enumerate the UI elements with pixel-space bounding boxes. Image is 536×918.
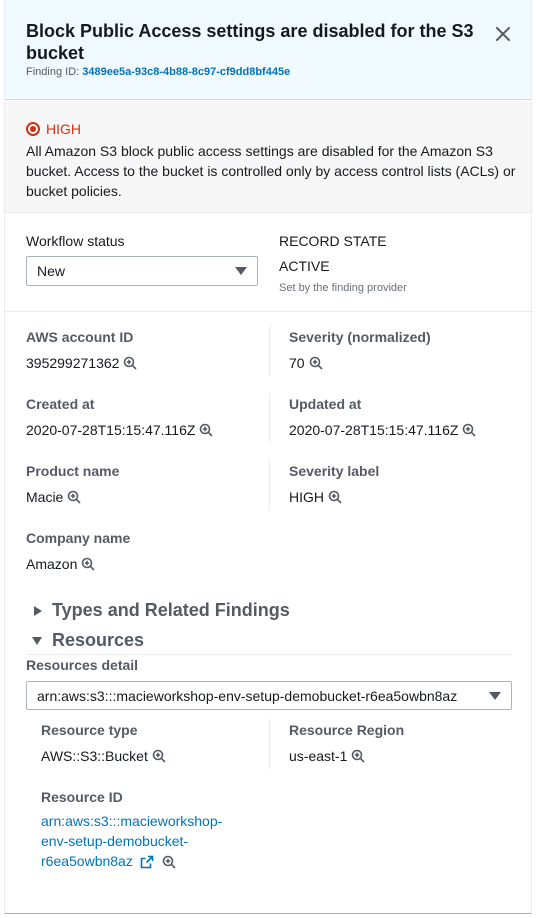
external-link-icon[interactable] (140, 855, 154, 869)
types-section-title: Types and Related Findings (52, 600, 290, 620)
zoom-in-icon[interactable] (67, 490, 81, 504)
created-at-value: 2020-07-28T15:15:47.116Z (26, 422, 213, 438)
panel-header: Block Public Access settings are disable… (5, 0, 531, 100)
severity-summary: HIGH All Amazon S3 block public access s… (5, 101, 531, 213)
product-name-value: Macie (26, 489, 81, 505)
resources-detail-label: Resources detail (26, 657, 139, 673)
zoom-in-icon[interactable] (328, 490, 342, 504)
zoom-in-icon[interactable] (123, 356, 138, 370)
updated-at-value: 2020-07-28T15:15:47.116Z (289, 422, 476, 438)
finding-id-line: Finding ID: 3489ee5a-93c8-4b88-8c97-cf9d… (26, 66, 290, 78)
resource-region-label: Resource Region (289, 722, 405, 738)
severity-description: All Amazon S3 block public access settin… (26, 143, 516, 199)
resource-id-link[interactable]: arn:aws:s3:::macieworkshop- env-setup-de… (41, 813, 222, 869)
resources-detail-value: arn:aws:s3:::macieworkshop-env-setup-dem… (37, 687, 458, 704)
resource-type-text: AWS::S3::Bucket (41, 748, 148, 764)
severity-dot-icon (26, 122, 40, 136)
severity-label-text: HIGH (289, 489, 324, 505)
resources-detail-select[interactable]: arn:aws:s3:::macieworkshop-env-setup-dem… (26, 681, 512, 710)
company-name-value: Amazon (26, 556, 95, 572)
resource-type-label: Resource type (41, 722, 138, 738)
close-icon[interactable] (491, 22, 515, 46)
severity-normalized-label: Severity (normalized) (289, 329, 431, 345)
chevron-down-icon (489, 691, 501, 700)
updated-at-text: 2020-07-28T15:15:47.116Z (289, 422, 459, 438)
zoom-in-icon[interactable] (162, 855, 176, 869)
severity-label-value: HIGH (289, 489, 342, 505)
types-related-findings-toggle[interactable]: Types and Related Findings (32, 600, 290, 621)
resources-section-title: Resources (52, 630, 145, 650)
finding-id-label: Finding ID: (26, 66, 80, 78)
column-divider (269, 719, 270, 769)
workflow-status-label: Workflow status (26, 233, 125, 249)
record-state-value: ACTIVE (279, 258, 330, 274)
severity-badge: HIGH (26, 121, 81, 137)
workflow-status-select[interactable]: New (26, 256, 258, 286)
caret-right-icon (34, 605, 42, 616)
panel-title: Block Public Access settings are disable… (26, 21, 474, 63)
zoom-in-icon[interactable] (462, 423, 476, 437)
workflow-status-value: New (37, 263, 66, 279)
column-divider (269, 393, 270, 443)
resource-region-text: us-east-1 (289, 748, 348, 764)
company-name-text: Amazon (26, 556, 78, 572)
divider (5, 311, 533, 312)
resource-region-value: us-east-1 (289, 748, 365, 764)
divider (26, 654, 512, 655)
updated-at-label: Updated at (289, 396, 362, 412)
finding-id-link[interactable]: 3489ee5a-93c8-4b88-8c97-cf9dd8bf445e (82, 66, 290, 78)
resource-id-value: arn:aws:s3:::macieworkshop- env-setup-de… (41, 811, 241, 871)
company-name-label: Company name (26, 530, 131, 546)
record-state-label: RECORD STATE (279, 233, 387, 249)
account-id-value: 395299271362 (26, 355, 138, 371)
account-id-label: AWS account ID (26, 329, 134, 345)
created-at-text: 2020-07-28T15:15:47.116Z (26, 422, 196, 438)
zoom-in-icon[interactable] (199, 423, 213, 437)
severity-label-label: Severity label (289, 463, 380, 479)
record-state-note: Set by the finding provider (279, 282, 407, 294)
zoom-in-icon[interactable] (81, 557, 95, 571)
resource-id-line: r6ea5owbn8az (41, 853, 133, 869)
column-divider (269, 460, 270, 510)
resources-toggle[interactable]: Resources (32, 630, 144, 651)
resource-id-line: arn:aws:s3:::macieworkshop- (41, 813, 223, 829)
severity-text: HIGH (46, 121, 81, 137)
zoom-in-icon[interactable] (152, 749, 166, 763)
severity-normalized-text: 70 (289, 355, 305, 371)
zoom-in-icon[interactable] (351, 749, 365, 763)
resource-type-value: AWS::S3::Bucket (41, 748, 166, 764)
resource-id-label: Resource ID (41, 789, 123, 805)
product-name-text: Macie (26, 489, 64, 505)
column-divider (269, 326, 270, 376)
caret-down-icon (32, 636, 42, 645)
account-id-text: 395299271362 (26, 355, 120, 371)
chevron-down-icon (235, 267, 247, 275)
severity-normalized-value: 70 (289, 355, 323, 371)
product-name-label: Product name (26, 463, 120, 479)
finding-details-panel: Block Public Access settings are disable… (4, 0, 533, 914)
resource-id-line: env-setup-demobucket- (41, 833, 189, 849)
zoom-in-icon[interactable] (309, 356, 323, 370)
created-at-label: Created at (26, 396, 95, 412)
